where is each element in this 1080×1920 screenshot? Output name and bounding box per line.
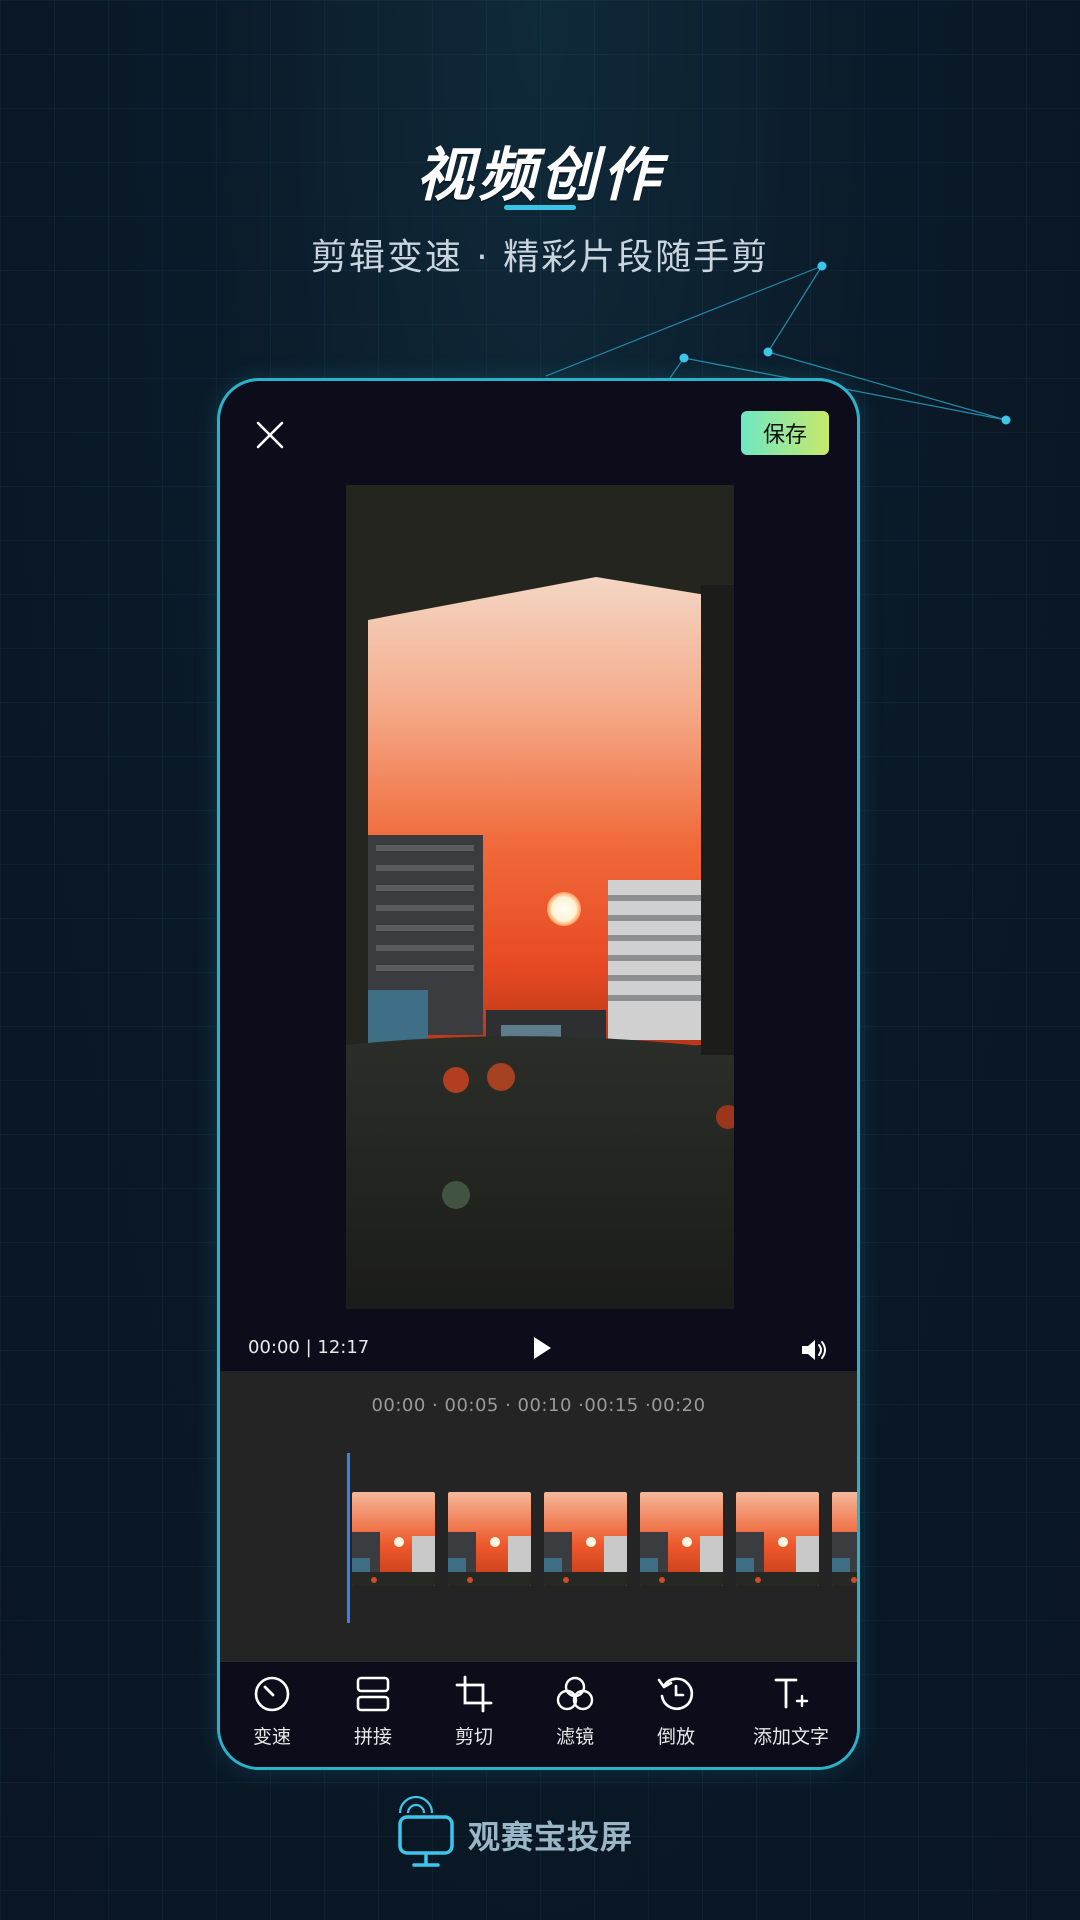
- reverse-icon: [657, 1677, 694, 1711]
- video-frame-image: [346, 485, 734, 1309]
- tool-filter[interactable]: 滤镜: [530, 1674, 620, 1749]
- tool-label: 剪切: [454, 1726, 493, 1748]
- tool-label: 滤镜: [555, 1726, 594, 1748]
- clip-track[interactable]: [352, 1492, 857, 1586]
- play-icon: [534, 1337, 551, 1359]
- cast-screen-icon: [398, 1795, 454, 1867]
- clip-thumbnail[interactable]: [448, 1492, 531, 1586]
- promo-subline: 剪辑变速 · 精彩片段随手剪: [310, 237, 770, 278]
- timeline-panel: 00:00 · 00:05 · 00:10 ·00:15 ·00:20: [220, 1371, 857, 1665]
- edit-toolbar: 变速 拼接 剪切 滤镜 倒放 添加文字: [220, 1661, 857, 1767]
- headline-underline: [504, 205, 576, 210]
- tool-label: 拼接: [353, 1726, 392, 1748]
- tool-speed[interactable]: 变速: [227, 1674, 317, 1749]
- brand-name: 观赛宝投屏: [468, 1818, 634, 1856]
- filter-icon: [556, 1676, 594, 1711]
- crop-icon: [455, 1675, 493, 1713]
- phone-frame: 保存 00:00 | 12:17 00:00 · 00:05 · 00:10 ·…: [217, 378, 860, 1770]
- clip-thumbnail[interactable]: [544, 1492, 627, 1586]
- volume-button[interactable]: [799, 1335, 829, 1365]
- tool-label: 倒放: [656, 1726, 695, 1748]
- clip-thumbnail[interactable]: [832, 1492, 857, 1586]
- volume-icon: [802, 1340, 826, 1360]
- clip-thumbnail[interactable]: [640, 1492, 723, 1586]
- close-icon: [256, 421, 284, 449]
- splice-icon: [356, 1676, 390, 1712]
- video-preview[interactable]: [346, 485, 734, 1309]
- clip-thumbnail[interactable]: [736, 1492, 819, 1586]
- time-ruler: 00:00 · 00:05 · 00:10 ·00:15 ·00:20: [371, 1395, 706, 1416]
- speed-gauge-icon: [254, 1676, 290, 1712]
- tool-label: 变速: [252, 1726, 291, 1748]
- tool-add-text[interactable]: 添加文字: [732, 1674, 850, 1749]
- playhead[interactable]: [347, 1453, 350, 1623]
- tool-splice[interactable]: 拼接: [328, 1674, 418, 1749]
- clip-thumbnail[interactable]: [352, 1492, 435, 1586]
- add-text-icon: [774, 1678, 809, 1709]
- tool-crop[interactable]: 剪切: [429, 1674, 519, 1749]
- tool-label: 添加文字: [752, 1726, 829, 1748]
- promo-headline: 视频创作: [415, 141, 664, 209]
- save-button[interactable]: 保存: [741, 411, 829, 455]
- close-button[interactable]: [250, 415, 290, 455]
- play-button[interactable]: [526, 1333, 556, 1363]
- time-display: 00:00 | 12:17: [248, 1337, 370, 1358]
- tool-reverse[interactable]: 倒放: [631, 1674, 721, 1749]
- brand-logo: 观赛宝投屏: [396, 1795, 633, 1875]
